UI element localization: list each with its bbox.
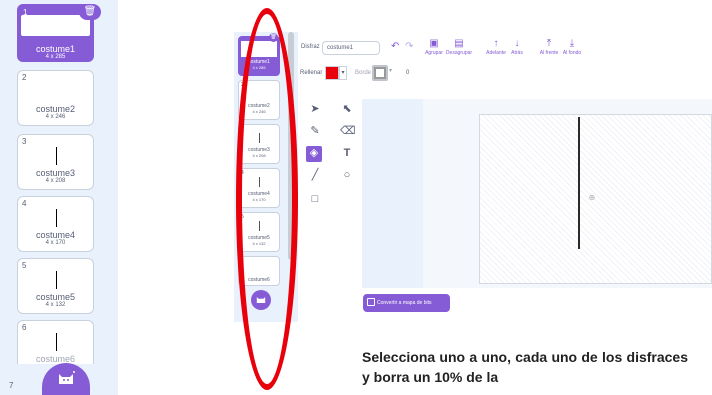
costume-thumbnail (56, 271, 57, 289)
costume-line-shape[interactable] (578, 117, 580, 249)
eraser-icon[interactable]: ⌫ (340, 124, 356, 138)
highlight-oval (236, 8, 298, 390)
forward-button[interactable]: ↑ Adelante (485, 38, 507, 60)
chevron-down-icon[interactable]: ▾ (389, 67, 392, 74)
costume-number: 3 (22, 137, 27, 146)
back-label: Al fondo (562, 50, 582, 56)
costume-tile-6[interactable]: 6 costume6 (17, 320, 94, 364)
undo-icon[interactable]: ↶ (391, 41, 399, 52)
backward-button[interactable]: ↓ Atrás (509, 38, 525, 60)
border-label: Borde (355, 70, 372, 76)
costume-number: 6 (22, 323, 27, 332)
redo-icon[interactable]: ↷ (405, 41, 413, 52)
costume-number: 5 (22, 261, 27, 270)
costume-size: 4 x 246 (45, 114, 66, 120)
costume-thumbnail (56, 209, 57, 227)
border-color-swatch[interactable] (374, 67, 386, 79)
line-icon[interactable]: ╱ (308, 168, 322, 182)
costume-name: costume1 (35, 44, 76, 54)
ungroup-label: Desagrupar (445, 50, 473, 56)
fill-label: Rellenar (300, 70, 323, 76)
select-icon[interactable]: ➤ (308, 102, 322, 116)
arrow-bottom-icon: ⤓ (569, 38, 575, 49)
reshape-icon[interactable]: ⬉ (340, 102, 354, 116)
group-icon: ▣ (429, 38, 439, 49)
instruction-text: Selecciona uno a uno, cada uno de los di… (362, 349, 688, 385)
front-label: Al frente (539, 50, 559, 56)
forward-label: Adelante (486, 50, 506, 56)
image-icon (367, 298, 375, 306)
ungroup-button[interactable]: ▤ Desagrupar (445, 38, 473, 60)
costume-tile-3[interactable]: 3 costume3 4 x 208 (17, 134, 94, 190)
border-width-value[interactable]: 0 (406, 70, 409, 76)
costume-number: 2 (22, 73, 27, 82)
rectangle-icon[interactable]: □ (308, 192, 322, 206)
brush-icon[interactable]: ✎ (308, 124, 322, 138)
costume-thumbnail (21, 15, 90, 36)
backward-label: Atrás (511, 50, 523, 56)
costume-size: 4 x 170 (45, 240, 66, 246)
convert-to-bitmap-button[interactable]: Convertir a mapa de bits (363, 294, 450, 312)
chevron-down-icon[interactable]: ▾ (339, 66, 347, 80)
costume-thumbnail (56, 147, 57, 165)
costume-thumbnail (56, 333, 57, 351)
back-button[interactable]: ⤓ Al fondo (562, 38, 582, 60)
costume-name-label: Disfraz (301, 44, 320, 50)
circle-icon[interactable]: ○ (340, 168, 354, 182)
group-button[interactable]: ▣ Agrupar (425, 38, 443, 60)
delete-costume-icon[interactable]: 🗑 (79, 4, 101, 20)
costume-number-7: 7 (9, 381, 14, 390)
costume-name-input[interactable]: costume1 (322, 41, 380, 55)
costume-tile-2[interactable]: 2 costume2 4 x 246 (17, 70, 94, 126)
costume-tile-4[interactable]: 4 costume4 4 x 170 (17, 196, 94, 252)
costume-name: costume2 (35, 104, 76, 114)
arrow-top-icon: ⤒ (546, 38, 552, 49)
costume-size: 4 x 285 (45, 54, 66, 60)
costume-size: 4 x 208 (45, 178, 66, 184)
ungroup-icon: ▤ (454, 38, 464, 49)
costume-tile-5[interactable]: 5 costume5 4 x 132 (17, 258, 94, 314)
costume-name: costume3 (35, 168, 76, 178)
rotation-center-icon: ⊕ (588, 193, 596, 202)
costume-name: costume6 (35, 354, 76, 364)
text-icon[interactable]: T (340, 146, 354, 160)
arrow-down-icon: ↓ (514, 38, 520, 49)
front-button[interactable]: ⤒ Al frente (538, 38, 560, 60)
fill-icon[interactable]: ◈ (306, 146, 322, 162)
costume-name: costume5 (35, 292, 76, 302)
cat-icon (59, 371, 75, 384)
costume-size: 4 x 132 (45, 302, 66, 308)
convert-to-bitmap-label: Convertir a mapa de bits (377, 300, 432, 306)
arrow-up-icon: ↑ (493, 38, 499, 49)
costume-name: costume4 (35, 230, 76, 240)
group-label: Agrupar (425, 50, 443, 56)
fill-color-swatch[interactable] (325, 66, 339, 80)
costume-number: 4 (22, 199, 27, 208)
